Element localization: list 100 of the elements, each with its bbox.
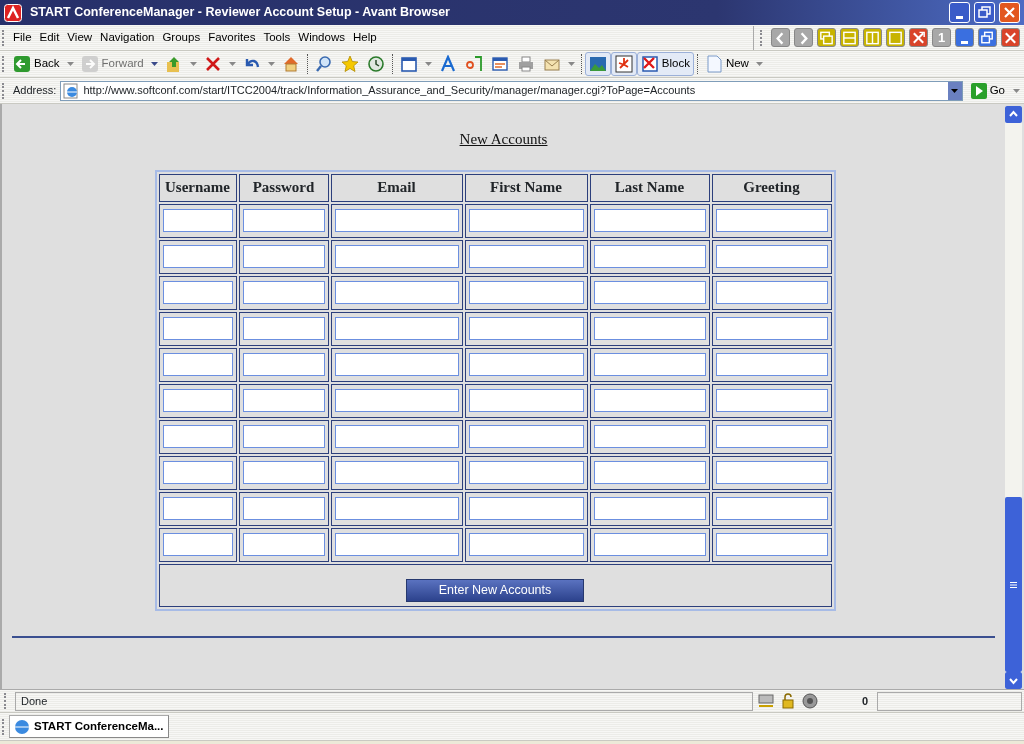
text-field[interactable] [468, 245, 584, 268]
text-field[interactable] [715, 533, 828, 556]
text-field[interactable] [334, 353, 459, 376]
text-field[interactable] [242, 533, 325, 556]
text-field[interactable] [468, 497, 584, 520]
window-button[interactable] [886, 28, 905, 47]
text-field[interactable] [468, 389, 584, 412]
text-field[interactable] [162, 281, 233, 304]
text-field[interactable] [715, 497, 828, 520]
text-field[interactable] [468, 353, 584, 376]
dropdown-arrow-icon[interactable] [424, 62, 432, 66]
new-button[interactable]: New [700, 52, 753, 76]
dropdown-arrow-icon[interactable] [1013, 88, 1020, 93]
text-field[interactable] [715, 281, 828, 304]
menu-item[interactable]: Favorites [204, 26, 260, 49]
menu-item[interactable]: Help [348, 26, 381, 49]
text-field[interactable] [593, 353, 706, 376]
text-field[interactable] [468, 461, 584, 484]
text-field[interactable] [593, 533, 706, 556]
text-field[interactable] [334, 461, 459, 484]
text-field[interactable] [334, 497, 459, 520]
text-field[interactable] [715, 425, 828, 448]
image-button[interactable] [584, 52, 611, 76]
text-field[interactable] [242, 209, 325, 232]
text-field[interactable] [162, 245, 233, 268]
next-button[interactable] [794, 28, 813, 47]
text-field[interactable] [715, 245, 828, 268]
text-field[interactable] [242, 245, 325, 268]
dropdown-arrow-icon[interactable] [150, 62, 158, 66]
text-field[interactable] [593, 389, 706, 412]
menu-item[interactable]: Groups [158, 26, 205, 49]
dropdown-arrow-icon[interactable] [66, 62, 74, 66]
text-field[interactable] [468, 425, 584, 448]
text-field[interactable] [715, 353, 828, 376]
go-button[interactable]: Go [966, 78, 1009, 103]
close-button[interactable] [1001, 28, 1020, 47]
text-field[interactable] [715, 461, 828, 484]
text-field[interactable] [242, 497, 325, 520]
scroll-up-icon[interactable] [1005, 106, 1022, 123]
text-field[interactable] [593, 317, 706, 340]
text-field[interactable] [334, 281, 459, 304]
text-field[interactable] [715, 209, 828, 232]
cascade-button[interactable] [817, 28, 836, 47]
menu-item[interactable]: Tools [259, 26, 295, 49]
dropdown-arrow-icon[interactable] [267, 62, 275, 66]
text-field[interactable] [334, 425, 459, 448]
enter-accounts-button[interactable]: Enter New Accounts [406, 578, 584, 602]
text-field[interactable] [593, 245, 706, 268]
text-field[interactable] [162, 461, 233, 484]
text-field[interactable] [715, 389, 828, 412]
menu-item[interactable]: Edit [35, 26, 64, 49]
text-field[interactable] [242, 317, 325, 340]
vertical-scrollbar[interactable] [1005, 106, 1022, 689]
text-field[interactable] [468, 533, 584, 556]
restore-button[interactable] [978, 28, 997, 47]
dropdown-arrow-icon[interactable] [228, 62, 236, 66]
text-field[interactable] [334, 317, 459, 340]
minimize-button[interactable] [955, 28, 974, 47]
text-field[interactable] [593, 497, 706, 520]
text-field[interactable] [162, 353, 233, 376]
menu-item[interactable]: Windows [294, 26, 349, 49]
menu-item[interactable]: Navigation [96, 26, 159, 49]
taskbar-item[interactable]: START ConferenceMa... [9, 714, 169, 739]
block-button[interactable]: Block [636, 52, 694, 76]
text-field[interactable] [334, 209, 459, 232]
dropdown-arrow-icon[interactable] [189, 62, 197, 66]
dropdown-arrow-icon[interactable] [567, 62, 575, 66]
text-field[interactable] [162, 209, 233, 232]
text-field[interactable] [334, 533, 459, 556]
tile-horizontal-button[interactable] [840, 28, 859, 47]
text-field[interactable] [162, 497, 233, 520]
text-field[interactable] [593, 461, 706, 484]
text-field[interactable] [162, 533, 233, 556]
text-field[interactable] [242, 461, 325, 484]
tile-vertical-button[interactable] [863, 28, 882, 47]
dropdown-arrow-icon[interactable] [755, 62, 763, 66]
text-field[interactable] [162, 389, 233, 412]
previous-button[interactable] [771, 28, 790, 47]
text-field[interactable] [242, 353, 325, 376]
text-field[interactable] [242, 425, 325, 448]
text-field[interactable] [242, 281, 325, 304]
text-field[interactable] [334, 245, 459, 268]
scroll-down-icon[interactable] [1005, 672, 1022, 689]
text-field[interactable] [468, 317, 584, 340]
text-field[interactable] [715, 317, 828, 340]
address-field[interactable]: http://www.softconf.com/start/ITCC2004/track/Information_Assurance_and_Security/manager/manager.cgi?ToPage=Accounts [60, 80, 963, 101]
back-button[interactable]: Back [9, 52, 64, 76]
flash-button[interactable] [610, 52, 637, 76]
text-field[interactable] [593, 209, 706, 232]
text-field[interactable] [334, 389, 459, 412]
text-field[interactable] [162, 317, 233, 340]
text-field[interactable] [242, 389, 325, 412]
text-field[interactable] [468, 281, 584, 304]
close-all-button[interactable] [909, 28, 928, 47]
menu-item[interactable]: View [63, 26, 97, 49]
menu-item[interactable]: File [9, 26, 36, 49]
text-field[interactable] [593, 425, 706, 448]
text-field[interactable] [593, 281, 706, 304]
text-field[interactable] [468, 209, 584, 232]
text-field[interactable] [162, 425, 233, 448]
